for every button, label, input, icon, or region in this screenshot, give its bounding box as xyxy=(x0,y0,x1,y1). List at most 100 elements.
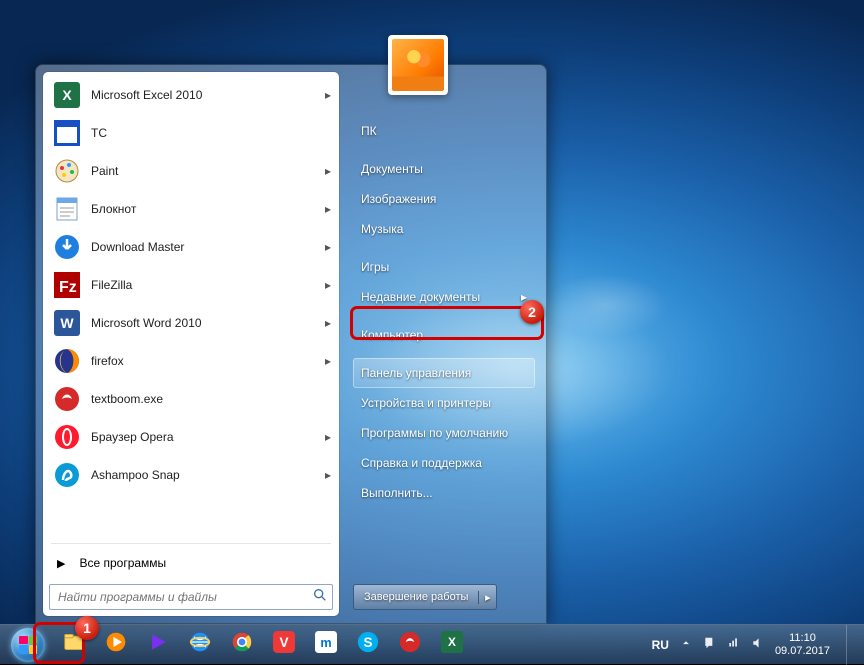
taskbar-app-skype[interactable]: S xyxy=(348,627,388,663)
group-gap xyxy=(353,350,535,358)
taskbar-app-chrome[interactable] xyxy=(222,627,262,663)
player-icon xyxy=(147,631,169,658)
submenu-arrow-icon: ▸ xyxy=(325,354,331,368)
svg-text:V: V xyxy=(279,635,288,650)
program-item-filezilla[interactable]: Fz FileZilla ▸ xyxy=(45,266,337,304)
program-item-ashampoo[interactable]: Ashampoo Snap▸ xyxy=(45,456,337,494)
windows-logo-icon xyxy=(11,628,45,662)
taskbar-app-excel[interactable]: X xyxy=(432,627,472,663)
submenu-arrow-icon: ▸ xyxy=(325,88,331,102)
right-item-label: Документы xyxy=(361,162,423,176)
right-item-1[interactable]: Документы xyxy=(353,154,535,184)
textboom-icon xyxy=(53,385,81,413)
program-label: TC xyxy=(91,126,107,140)
program-label: textboom.exe xyxy=(91,392,163,406)
explorer-icon xyxy=(63,631,85,658)
submenu-arrow-icon: ▸ xyxy=(325,430,331,444)
right-item-9[interactable]: Программы по умолчанию xyxy=(353,418,535,448)
right-item-8[interactable]: Устройства и принтеры xyxy=(353,388,535,418)
search-input[interactable] xyxy=(50,585,308,609)
start-button[interactable] xyxy=(6,625,50,665)
taskbar-app-explorer[interactable] xyxy=(54,627,94,663)
program-item-notepad[interactable]: Блокнот▸ xyxy=(45,190,337,228)
taskbar-app-vivaldi[interactable]: V xyxy=(264,627,304,663)
svg-text:Fz: Fz xyxy=(59,279,77,296)
program-label: Microsoft Excel 2010 xyxy=(91,88,202,102)
vivaldi-icon: V xyxy=(273,631,295,658)
program-item-excel[interactable]: X Microsoft Excel 2010 ▸ xyxy=(45,76,337,114)
right-item-label: Музыка xyxy=(361,222,403,236)
clock-date: 09.07.2017 xyxy=(775,645,830,658)
excel-icon: X xyxy=(441,631,463,658)
search-box[interactable] xyxy=(49,584,333,610)
submenu-arrow-icon: ▸ xyxy=(521,290,527,304)
wmp-icon xyxy=(105,631,127,658)
program-item-word[interactable]: WMicrosoft Word 2010▸ xyxy=(45,304,337,342)
volume-icon[interactable] xyxy=(751,636,765,653)
program-item-firefox[interactable]: firefox ▸ xyxy=(45,342,337,380)
pinned-programs-list: X Microsoft Excel 2010 ▸ TC Paint ▸ Блокнот▸Do… xyxy=(43,72,339,539)
show-desktop-button[interactable] xyxy=(846,625,856,665)
submenu-arrow-icon: ▸ xyxy=(325,164,331,178)
right-item-3[interactable]: Музыка xyxy=(353,214,535,244)
ashampoo-icon xyxy=(53,461,81,489)
word-icon: W xyxy=(53,309,81,337)
taskbar-app-ashampoo[interactable] xyxy=(390,627,430,663)
taskbar: VmS X RU 11:10 09.07.2017 xyxy=(0,624,864,664)
taskbar-app-wmp[interactable] xyxy=(96,627,136,663)
clock[interactable]: 11:10 09.07.2017 xyxy=(775,632,830,657)
right-item-label: Недавние документы xyxy=(361,290,480,304)
svg-text:X: X xyxy=(448,635,456,649)
shutdown-options-arrow[interactable]: ▸ xyxy=(478,591,496,604)
program-item-dm[interactable]: Download Master▸ xyxy=(45,228,337,266)
program-item-paint[interactable]: Paint ▸ xyxy=(45,152,337,190)
right-item-label: Компьютер xyxy=(361,328,423,342)
taskbar-app-ie[interactable] xyxy=(180,627,220,663)
program-label: Paint xyxy=(91,164,118,178)
right-item-label: Устройства и принтеры xyxy=(361,396,491,410)
tray-chevron-icon[interactable] xyxy=(679,636,693,653)
all-programs-button[interactable]: ▶ Все программы xyxy=(43,548,339,578)
program-item-tc[interactable]: TC xyxy=(45,114,337,152)
right-item-6[interactable]: Компьютер xyxy=(353,320,535,350)
right-item-4[interactable]: Игры xyxy=(353,252,535,282)
right-item-label: ПК xyxy=(361,124,377,138)
taskbar-app-player[interactable] xyxy=(138,627,178,663)
taskbar-app-maxthon[interactable]: m xyxy=(306,627,346,663)
right-item-11[interactable]: Выполнить... xyxy=(353,478,535,508)
submenu-arrow-icon: ▸ xyxy=(325,278,331,292)
right-item-label: Выполнить... xyxy=(361,486,433,500)
tc-icon xyxy=(53,119,81,147)
right-item-5[interactable]: Недавние документы ▸ xyxy=(353,282,535,312)
right-item-2[interactable]: Изображения xyxy=(353,184,535,214)
group-gap xyxy=(353,146,535,154)
svg-text:W: W xyxy=(60,315,74,331)
language-indicator[interactable]: RU xyxy=(652,638,669,652)
program-label: Microsoft Word 2010 xyxy=(91,316,202,330)
user-picture[interactable] xyxy=(388,35,448,95)
program-item-textboom[interactable]: textboom.exe xyxy=(45,380,337,418)
start-menu-left-pane: X Microsoft Excel 2010 ▸ TC Paint ▸ Блокнот▸Do… xyxy=(43,72,339,616)
separator xyxy=(51,543,331,544)
right-item-label: Изображения xyxy=(361,192,436,206)
svg-text:X: X xyxy=(62,87,72,103)
right-item-0[interactable]: ПК xyxy=(353,116,535,146)
right-item-10[interactable]: Справка и поддержка xyxy=(353,448,535,478)
program-label: FileZilla xyxy=(91,278,132,292)
group-gap xyxy=(353,244,535,252)
start-menu: X Microsoft Excel 2010 ▸ TC Paint ▸ Блокнот▸Do… xyxy=(35,64,547,624)
maxthon-icon: m xyxy=(315,631,337,658)
search-icon[interactable] xyxy=(308,587,332,608)
shutdown-label: Завершение работы xyxy=(354,591,478,603)
skype-icon: S xyxy=(357,631,379,658)
network-icon[interactable] xyxy=(727,636,741,653)
right-item-label: Игры xyxy=(361,260,389,274)
program-item-opera[interactable]: Браузер Opera▸ xyxy=(45,418,337,456)
action-center-icon[interactable] xyxy=(703,636,717,653)
system-tray: RU 11:10 09.07.2017 xyxy=(652,625,864,665)
notepad-icon xyxy=(53,195,81,223)
shutdown-button[interactable]: Завершение работы ▸ xyxy=(353,584,497,610)
right-item-7[interactable]: Панель управления xyxy=(353,358,535,388)
program-label: firefox xyxy=(91,354,124,368)
program-label: Ashampoo Snap xyxy=(91,468,180,482)
